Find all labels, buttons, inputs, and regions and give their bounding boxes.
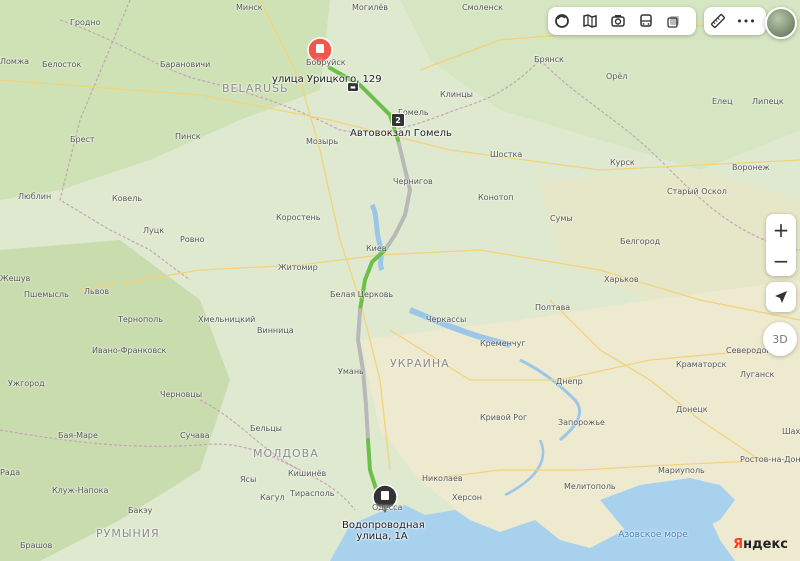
zoom-out-button[interactable]: − [766,245,796,276]
tools-toolbar: ••• [704,7,766,35]
country-label: МОЛДОВА [253,447,319,460]
more-button[interactable]: ••• [732,7,760,35]
city-label: Ломжа [0,57,30,66]
city-label: Пинск [175,132,201,141]
city-label: Люблин [18,192,52,201]
sea-label: Азовское море [618,530,688,540]
bus-icon[interactable] [632,7,660,35]
city-label: Полтава [535,303,571,312]
country-label: УКРАИНА [390,357,450,370]
city-label: Луганск [740,370,775,379]
ruler-icon[interactable] [704,7,732,35]
panorama-icon[interactable] [660,7,688,35]
city-label: Старый Оскол [667,187,727,196]
city-label: Краматорск [676,360,727,369]
3d-toggle-button[interactable]: 3D [763,322,797,356]
city-label: Черновцы [160,390,203,399]
city-label: Мелитополь [564,482,616,491]
layers-toolbar [548,7,696,35]
city-label: Ковель [112,194,143,203]
city-label: Барановичи [160,60,211,69]
city-label: Винница [257,326,294,335]
city-label: Смоленск [462,3,504,12]
city-label: Днепр [556,377,583,386]
city-label: Белосток [42,60,82,69]
city-label: Львов [84,287,110,296]
city-label: Житомир [278,263,318,272]
city-label: Минск [236,3,263,12]
city-label: Воронеж [732,163,770,172]
city-label: Клуж-Напока [52,486,109,495]
city-label: Луцк [143,226,165,235]
city-label: Бельцы [250,424,282,433]
city-label: Брест [70,135,95,144]
city-label: Кагул [260,493,285,502]
city-label: Брянск [534,55,564,64]
city-label: Донецк [676,405,708,414]
city-label: Ровно [180,235,205,244]
city-label: Бая-Маре [58,431,98,440]
city-label: Мозырь [306,137,339,146]
city-label: Курск [610,158,635,167]
city-label: Шостка [490,150,523,159]
city-label: Липецк [752,97,784,106]
route-end-label[interactable]: Водопроводная улица, 1А [342,520,425,542]
city-label: Запорожье [558,418,605,427]
city-label: Клинцы [440,90,473,99]
map-icon[interactable] [576,7,604,35]
city-label: Чернигов [393,177,433,186]
city-label: Елец [712,97,733,106]
geolocation-button[interactable] [766,282,796,312]
user-avatar[interactable] [765,7,797,39]
map-canvas[interactable] [0,0,800,561]
city-label: Гродно [70,18,101,27]
city-label: Тирасполь [290,489,335,498]
city-label: Ясы [240,475,257,484]
city-label: Кременчуг [480,339,526,348]
city-label: Одесса [372,503,403,512]
city-label: Рада [0,468,21,477]
camera-icon[interactable] [604,7,632,35]
city-label: Бакэу [128,506,153,515]
zoom-control: + − [766,214,796,276]
layers-icon[interactable] [548,7,576,35]
city-label: Орёл [606,72,628,81]
city-label: Киев [366,244,387,253]
city-label: Ужгород [8,379,45,388]
city-label: Тернополь [118,315,163,324]
city-label: Кишинёв [288,469,327,478]
yandex-logo: Яндекс [733,537,788,552]
city-label: Сучава [180,431,210,440]
city-label: Херсон [452,493,483,502]
zoom-in-button[interactable]: + [766,214,796,245]
city-label: Коростень [276,213,321,222]
city-label: Бобруйск [306,58,346,67]
city-label: Хмельницкий [198,315,256,324]
navigation-arrow-icon [775,291,787,303]
city-label: Ивано-Франковск [92,346,167,355]
city-label: Белая Церковь [330,290,394,299]
city-label: Шахт [782,427,800,436]
city-label: Сумы [550,214,573,223]
city-label: Жешув [0,274,31,283]
city-label: Умань [338,367,364,376]
city-label: Мариуполь [658,466,705,475]
waypoint-badge[interactable]: 2 [391,113,405,127]
city-label: Конотоп [478,193,514,202]
country-label: РУМЫНИЯ [96,527,160,540]
city-label: Ростов-на-Дону [740,455,800,464]
city-label: Белгород [620,237,661,246]
city-label: Николаев [422,474,463,483]
city-label: Могилёв [352,3,388,12]
city-label: Брашов [20,541,53,550]
city-label: Харьков [604,275,639,284]
city-label: Пшемысль [24,290,69,299]
city-label: Кривой Рог [480,413,528,422]
route-start-label[interactable]: улица Урицкого, 129 [272,74,382,85]
route-waypoint-label[interactable]: Автовокзал Гомель [350,128,452,139]
city-label: Черкассы [426,315,467,324]
